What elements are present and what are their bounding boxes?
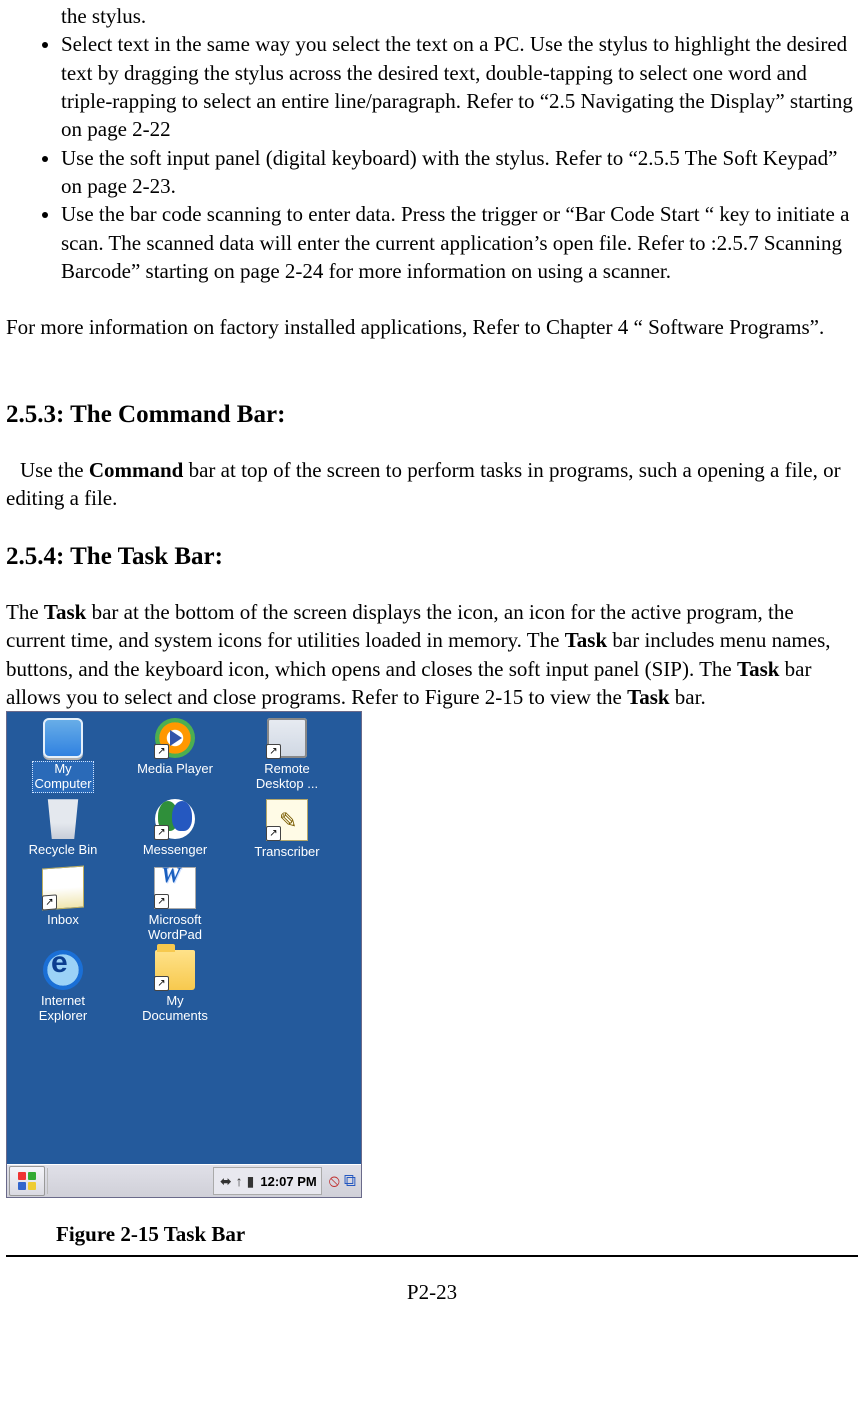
desktop-icon-label: Remote Desktop ...: [254, 761, 320, 793]
desktop-icon-internet-explorer[interactable]: Internet Explorer: [7, 948, 119, 1029]
network-disabled-icon[interactable]: ⦸: [329, 1170, 340, 1193]
text: bar.: [670, 685, 706, 709]
show-desktop-icon[interactable]: ⧉: [344, 1170, 356, 1193]
desktop-icon-messenger[interactable]: ↗ Messenger: [119, 797, 231, 865]
paragraph-command-bar: Use the Command bar at top of the screen…: [6, 456, 858, 513]
desktop-icon-recycle-bin[interactable]: Recycle Bin: [7, 797, 119, 865]
recycle-bin-icon: [43, 799, 83, 839]
messenger-icon: ↗: [155, 799, 195, 839]
taskbar-clock[interactable]: 12:07 PM: [260, 1173, 316, 1191]
desktop-icon-label: My Documents: [140, 993, 210, 1025]
folder-icon: ↗: [155, 950, 195, 990]
heading-2-5-3: 2.5.3: The Command Bar:: [6, 398, 858, 432]
desktop-icon-my-documents[interactable]: ↗ My Documents: [119, 948, 231, 1029]
connection-icon[interactable]: ⬌: [220, 1172, 232, 1191]
bullet-partial-line: the stylus.: [61, 2, 858, 30]
taskbar-spacer: [47, 1168, 211, 1194]
inbox-icon: ↗: [42, 866, 84, 911]
text-bold: Task: [627, 685, 669, 709]
bullet-item: Select text in the same way you select t…: [61, 30, 858, 143]
bullet-text: Use the bar code scanning to enter data.…: [61, 202, 849, 283]
desktop-icon-label: My Computer: [32, 761, 93, 793]
remote-desktop-icon: ↗: [267, 718, 307, 758]
media-player-icon: ↗: [155, 718, 195, 758]
bullet-item: Use the soft input panel (digital keyboa…: [61, 144, 858, 201]
desktop-icon-my-computer[interactable]: My Computer: [7, 716, 119, 797]
device-taskbar: ⬌ ↑ ▮ 12:07 PM ⦸ ⧉: [7, 1164, 361, 1197]
paragraph-task-bar: The Task bar at the bottom of the screen…: [6, 598, 858, 711]
desktop-icon-label: Media Player: [135, 761, 215, 778]
internet-explorer-icon: [43, 950, 83, 990]
shortcut-arrow-icon: ↗: [154, 825, 169, 840]
text-bold: Task: [44, 600, 86, 624]
desktop-icon-label: Inbox: [45, 912, 81, 929]
text: Use the: [20, 458, 89, 482]
desktop-icon-label: Recycle Bin: [27, 842, 100, 859]
shortcut-arrow-icon: ↗: [154, 976, 169, 991]
shortcut-arrow-icon: ↗: [266, 744, 281, 759]
device-screenshot: My Computer ↗ Media Player ↗ Remote Desk…: [6, 711, 362, 1198]
my-computer-icon: [43, 718, 83, 758]
desktop-icon-remote-desktop[interactable]: ↗ Remote Desktop ...: [231, 716, 343, 797]
desktop-icon-wordpad[interactable]: ↗ Microsoft WordPad: [119, 865, 231, 948]
figure-caption: Figure 2-15 Task Bar: [56, 1220, 858, 1248]
desktop-icon-label: Microsoft WordPad: [146, 912, 204, 944]
desktop-icon-media-player[interactable]: ↗ Media Player: [119, 716, 231, 797]
desktop-icon-label: Transcriber: [252, 844, 321, 861]
upload-icon[interactable]: ↑: [236, 1172, 243, 1191]
bullet-text: Select text in the same way you select t…: [61, 32, 853, 141]
text-bold: Task: [565, 628, 607, 652]
text: The: [6, 600, 44, 624]
desktop-icon-transcriber[interactable]: ↗ Transcriber: [231, 797, 343, 865]
shortcut-arrow-icon: ↗: [154, 744, 169, 759]
device-desktop[interactable]: My Computer ↗ Media Player ↗ Remote Desk…: [7, 712, 361, 1164]
desktop-icon-label: Messenger: [141, 842, 209, 859]
text-bold: Command: [89, 458, 184, 482]
start-button[interactable]: [9, 1166, 45, 1196]
shortcut-arrow-icon: ↗: [154, 894, 169, 909]
bullet-text: Use the soft input panel (digital keyboa…: [61, 146, 837, 198]
shortcut-arrow-icon: ↗: [42, 895, 57, 911]
battery-icon[interactable]: ▮: [247, 1172, 255, 1191]
bullet-list: Select text in the same way you select t…: [16, 30, 858, 285]
heading-2-5-4: 2.5.4: The Task Bar:: [6, 540, 858, 574]
wordpad-icon: ↗: [154, 867, 196, 909]
page-number: P2-23: [6, 1278, 858, 1306]
text-bold: Task: [737, 657, 779, 681]
windows-logo-icon: [18, 1172, 36, 1190]
bullet-item: Use the bar code scanning to enter data.…: [61, 200, 858, 285]
footer-rule: [6, 1255, 858, 1257]
paragraph-more-info: For more information on factory installe…: [6, 313, 858, 341]
system-tray[interactable]: ⬌ ↑ ▮ 12:07 PM: [213, 1167, 322, 1195]
shortcut-arrow-icon: ↗: [266, 826, 281, 841]
desktop-icon-label: Internet Explorer: [37, 993, 89, 1025]
transcriber-icon: ↗: [266, 799, 308, 841]
desktop-icon-inbox[interactable]: ↗ Inbox: [7, 865, 119, 948]
